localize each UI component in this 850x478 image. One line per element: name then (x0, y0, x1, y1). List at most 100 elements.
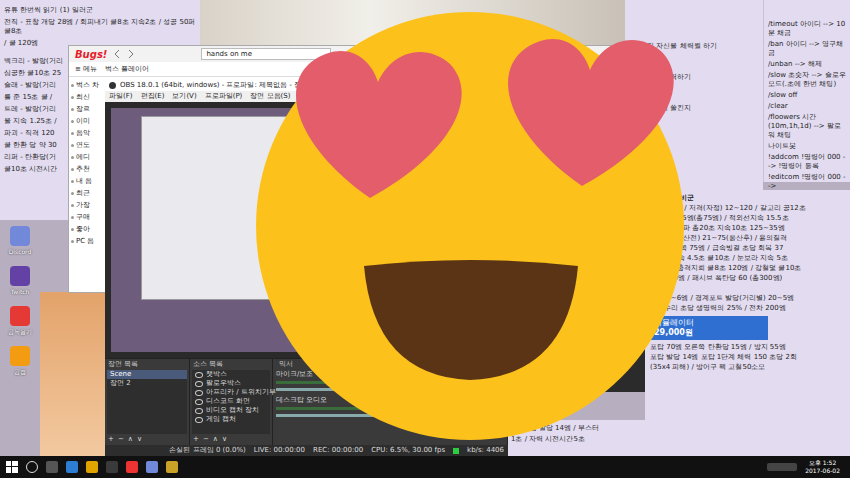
sidebar-item[interactable]: 에디 (71, 153, 107, 162)
source-item[interactable]: 아프리카 / 트위치기부 (192, 388, 270, 397)
note-line: / 완선총 발당 14엠 / 부스터 (511, 424, 642, 433)
folder-icon[interactable] (86, 461, 98, 473)
note-title: 티 (3) 수비군 (650, 194, 847, 203)
menu-bar: 파일(F) 편집(E) 보기(V) 프로파일(P) 장면 모음(S) 도구(T) (105, 91, 508, 102)
bugs-sidebar: 벅스 차최신장르이미음악연도에디추천내 음최근가장구매좋아 PC 음 (69, 77, 109, 250)
list-button[interactable]: ∨ (222, 435, 227, 444)
back-arrow-icon[interactable] (113, 50, 121, 58)
list-button[interactable]: − (118, 435, 124, 444)
sidebar-item[interactable]: 음악 (71, 129, 107, 138)
scene-item[interactable]: 장면 2 (107, 379, 187, 388)
system-tray-icon[interactable] (767, 463, 797, 471)
desktop-icon[interactable]: Discord (2, 226, 38, 256)
desktop-icon[interactable]: 곰녹음기 (2, 306, 38, 336)
menu-item[interactable]: 장면 모음(S) (250, 92, 290, 101)
status-kbps: kb/s: 4406 (467, 446, 504, 455)
bottom-note-window[interactable]: / 완선총 발당 14엠 / 부스터1초 / 자력 시전시간5초 (508, 420, 645, 456)
heart-eyes-emoji-icon (252, 8, 688, 444)
note-line: 를 준 15초 쿨 / (4, 93, 68, 102)
menu-item[interactable]: 편집(E) (141, 92, 165, 101)
source-item[interactable]: 디스코드 화면 (192, 397, 270, 406)
sidebar-item[interactable]: 최신 (71, 93, 107, 102)
sidebar-item[interactable]: 내 음 (71, 177, 107, 186)
dock-header: 소스 목록 (190, 359, 272, 370)
bugs-logo[interactable]: Bugs! (75, 49, 107, 60)
banner-title: 시뮬레이터 (654, 318, 764, 328)
eye-icon[interactable] (195, 381, 203, 387)
discord-app-icon[interactable] (146, 461, 158, 473)
menu-dot-icon (71, 192, 74, 195)
forward-arrow-icon[interactable] (127, 50, 135, 58)
menu-dot-icon (71, 240, 74, 243)
sidebar-item[interactable]: PC 음 (71, 237, 107, 246)
eye-icon[interactable] (195, 390, 203, 396)
note-line: 백크리 - 발랑(거리 (4, 57, 68, 66)
clock[interactable]: 오후 1:522017-06-02 (805, 459, 844, 475)
explorer-icon[interactable] (66, 461, 78, 473)
note-line: (35x4 피해) / 방어구 팩 고철50소모 (650, 363, 847, 372)
menu-item[interactable]: 프로파일(P) (205, 92, 243, 101)
memo-note-window[interactable]: 해 까지 자신을 체력월 하기표를 향해 노력하기의 아일리지 쏠킨지 (625, 0, 763, 190)
list-button[interactable]: ∨ (137, 435, 142, 444)
speaker-icon[interactable] (431, 412, 438, 419)
eye-icon[interactable] (195, 408, 203, 414)
speaker-icon[interactable] (431, 386, 438, 393)
task-view-icon[interactable] (46, 461, 58, 473)
sidebar-item[interactable]: 벅스 차 (71, 81, 107, 90)
sidebar-item[interactable]: 구매 (71, 213, 107, 222)
sidebar-item[interactable]: 연도 (71, 141, 107, 150)
dock-header: 믹서 (276, 359, 504, 370)
menu-item[interactable]: 도구(T) (298, 92, 322, 101)
menu-item[interactable]: ≡ 메뉴 (75, 64, 97, 74)
list-button[interactable]: ∧ (128, 435, 133, 444)
list-button[interactable]: − (203, 435, 209, 444)
sidebar-item[interactable]: 이미 (71, 117, 107, 126)
sidebar-item[interactable]: 추천 (71, 165, 107, 174)
status-dropped: 손실된 프레임 0 (0.0%) (169, 446, 245, 455)
sidebar-item[interactable]: 가장 (71, 201, 107, 210)
volume-slider[interactable] (276, 388, 426, 391)
guide-note-window[interactable]: 티 (3) 수비군발당 12엠 / 저격(자정) 12~120 / 갈고리 공1… (645, 190, 850, 456)
menu-dot-icon (71, 84, 74, 87)
desktop-icon[interactable]: 곰캠 (2, 346, 38, 376)
source-item[interactable]: 팔로우박스 (192, 379, 270, 388)
search-field[interactable]: hands on me (201, 48, 331, 60)
menu-dot-icon (71, 132, 74, 135)
eye-icon[interactable] (195, 399, 203, 405)
notes-app-icon[interactable] (166, 461, 178, 473)
scenes-dock: 장면 목록Scene장면 2+−∧∨ (105, 359, 190, 445)
ad-banner[interactable]: 시뮬레이터29,000원 (650, 316, 768, 340)
source-item[interactable]: 비디오 캡처 장치 (192, 406, 270, 415)
obs-logo-icon (109, 82, 116, 89)
note-line: 유튜 한번씩 읽기 (1) 일러군 (4, 6, 196, 15)
sidebar-item[interactable]: 최근 (71, 189, 107, 198)
bugs-app-icon[interactable] (126, 461, 138, 473)
search-circle-icon[interactable] (26, 461, 38, 473)
note-line: /slow off (768, 91, 847, 100)
scene-item[interactable]: Scene (107, 370, 187, 379)
list-button[interactable]: + (108, 435, 114, 444)
source-item[interactable]: 챗박스 (192, 370, 270, 379)
sidebar-item[interactable]: 좋아 (71, 225, 107, 234)
windows-start-icon[interactable] (6, 461, 18, 473)
list-button[interactable]: ∧ (213, 435, 218, 444)
note-line: / 빙벽 지속 4.5초 쿨10초 / 눈보라 지속 5초 (650, 254, 847, 263)
menu-dot-icon (71, 144, 74, 147)
sidebar-item[interactable]: 장르 (71, 105, 107, 114)
note-line: 파괴 - 직격 120 (4, 129, 68, 138)
captured-window (141, 116, 472, 300)
obs-window[interactable]: OBS 18.0.1 (64bit, windows) - 프로파일: 제목없음… (105, 80, 508, 456)
list-button[interactable]: + (193, 435, 199, 444)
commands-note-window[interactable]: /timeout 아이디 --> 10분 채금/ban 아이디 --> 영구채금… (763, 0, 850, 182)
volume-slider[interactable] (276, 414, 426, 417)
eye-icon[interactable] (195, 417, 203, 423)
menu-item[interactable]: 보기(V) (172, 92, 196, 101)
menu-dot-icon (71, 96, 74, 99)
eye-icon[interactable] (195, 372, 203, 378)
menu-item[interactable]: 파일(F) (109, 92, 133, 101)
source-item[interactable]: 게임 캡처 (192, 415, 270, 424)
note-line: !editcom !명령어 000 --> (768, 173, 847, 191)
desktop-icon[interactable]: Twitch (2, 266, 38, 296)
menu-item[interactable]: 벅스 플레이어 (105, 64, 149, 74)
obs-app-icon[interactable] (106, 461, 118, 473)
